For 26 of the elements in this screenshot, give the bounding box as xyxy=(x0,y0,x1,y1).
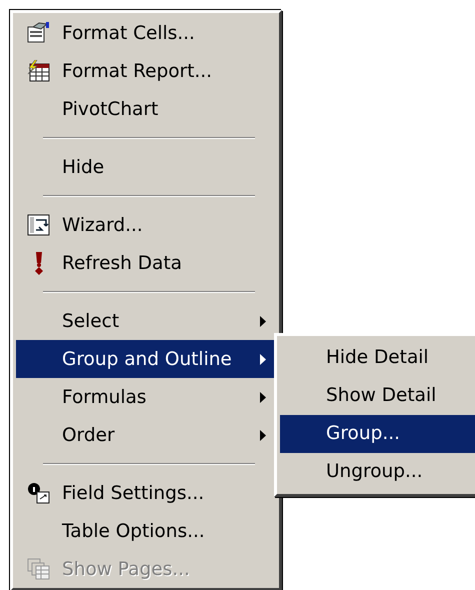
menu-item[interactable]: Wizard... xyxy=(16,206,276,244)
menu-item[interactable]: Field Settings... xyxy=(16,474,276,512)
menu-item[interactable]: Hide xyxy=(16,148,276,186)
menu-item[interactable]: Group and Outline xyxy=(16,340,276,378)
submenu-arrow-icon xyxy=(260,354,266,364)
menu-item[interactable]: Hide Detail xyxy=(280,339,475,377)
menu-item[interactable]: Ungroup... xyxy=(280,453,475,491)
submenu-arrow-icon xyxy=(260,392,266,402)
menu-item[interactable]: Table Options... xyxy=(16,512,276,550)
menu-item[interactable]: PivotChart xyxy=(16,90,276,128)
menu-item[interactable]: Show Detail xyxy=(280,377,475,415)
submenu-arrow-icon xyxy=(260,316,266,326)
submenu-arrow-icon xyxy=(260,430,266,440)
menu-item[interactable]: Group... xyxy=(280,415,475,453)
menu-item[interactable]: Refresh Data xyxy=(16,244,276,282)
table-lightning-icon xyxy=(27,60,51,82)
menu-item[interactable]: Format Cells... xyxy=(16,14,276,52)
field-settings-icon xyxy=(27,482,51,504)
menu-item[interactable]: Order xyxy=(16,416,276,454)
menu-item[interactable]: Formulas xyxy=(16,378,276,416)
menu-item[interactable]: Select xyxy=(16,302,276,340)
pages-icon xyxy=(27,558,51,580)
exclamation-icon xyxy=(33,251,45,275)
wizard-icon xyxy=(27,214,51,236)
menu-item[interactable]: Format Report... xyxy=(16,52,276,90)
format-cells-icon xyxy=(27,22,51,44)
